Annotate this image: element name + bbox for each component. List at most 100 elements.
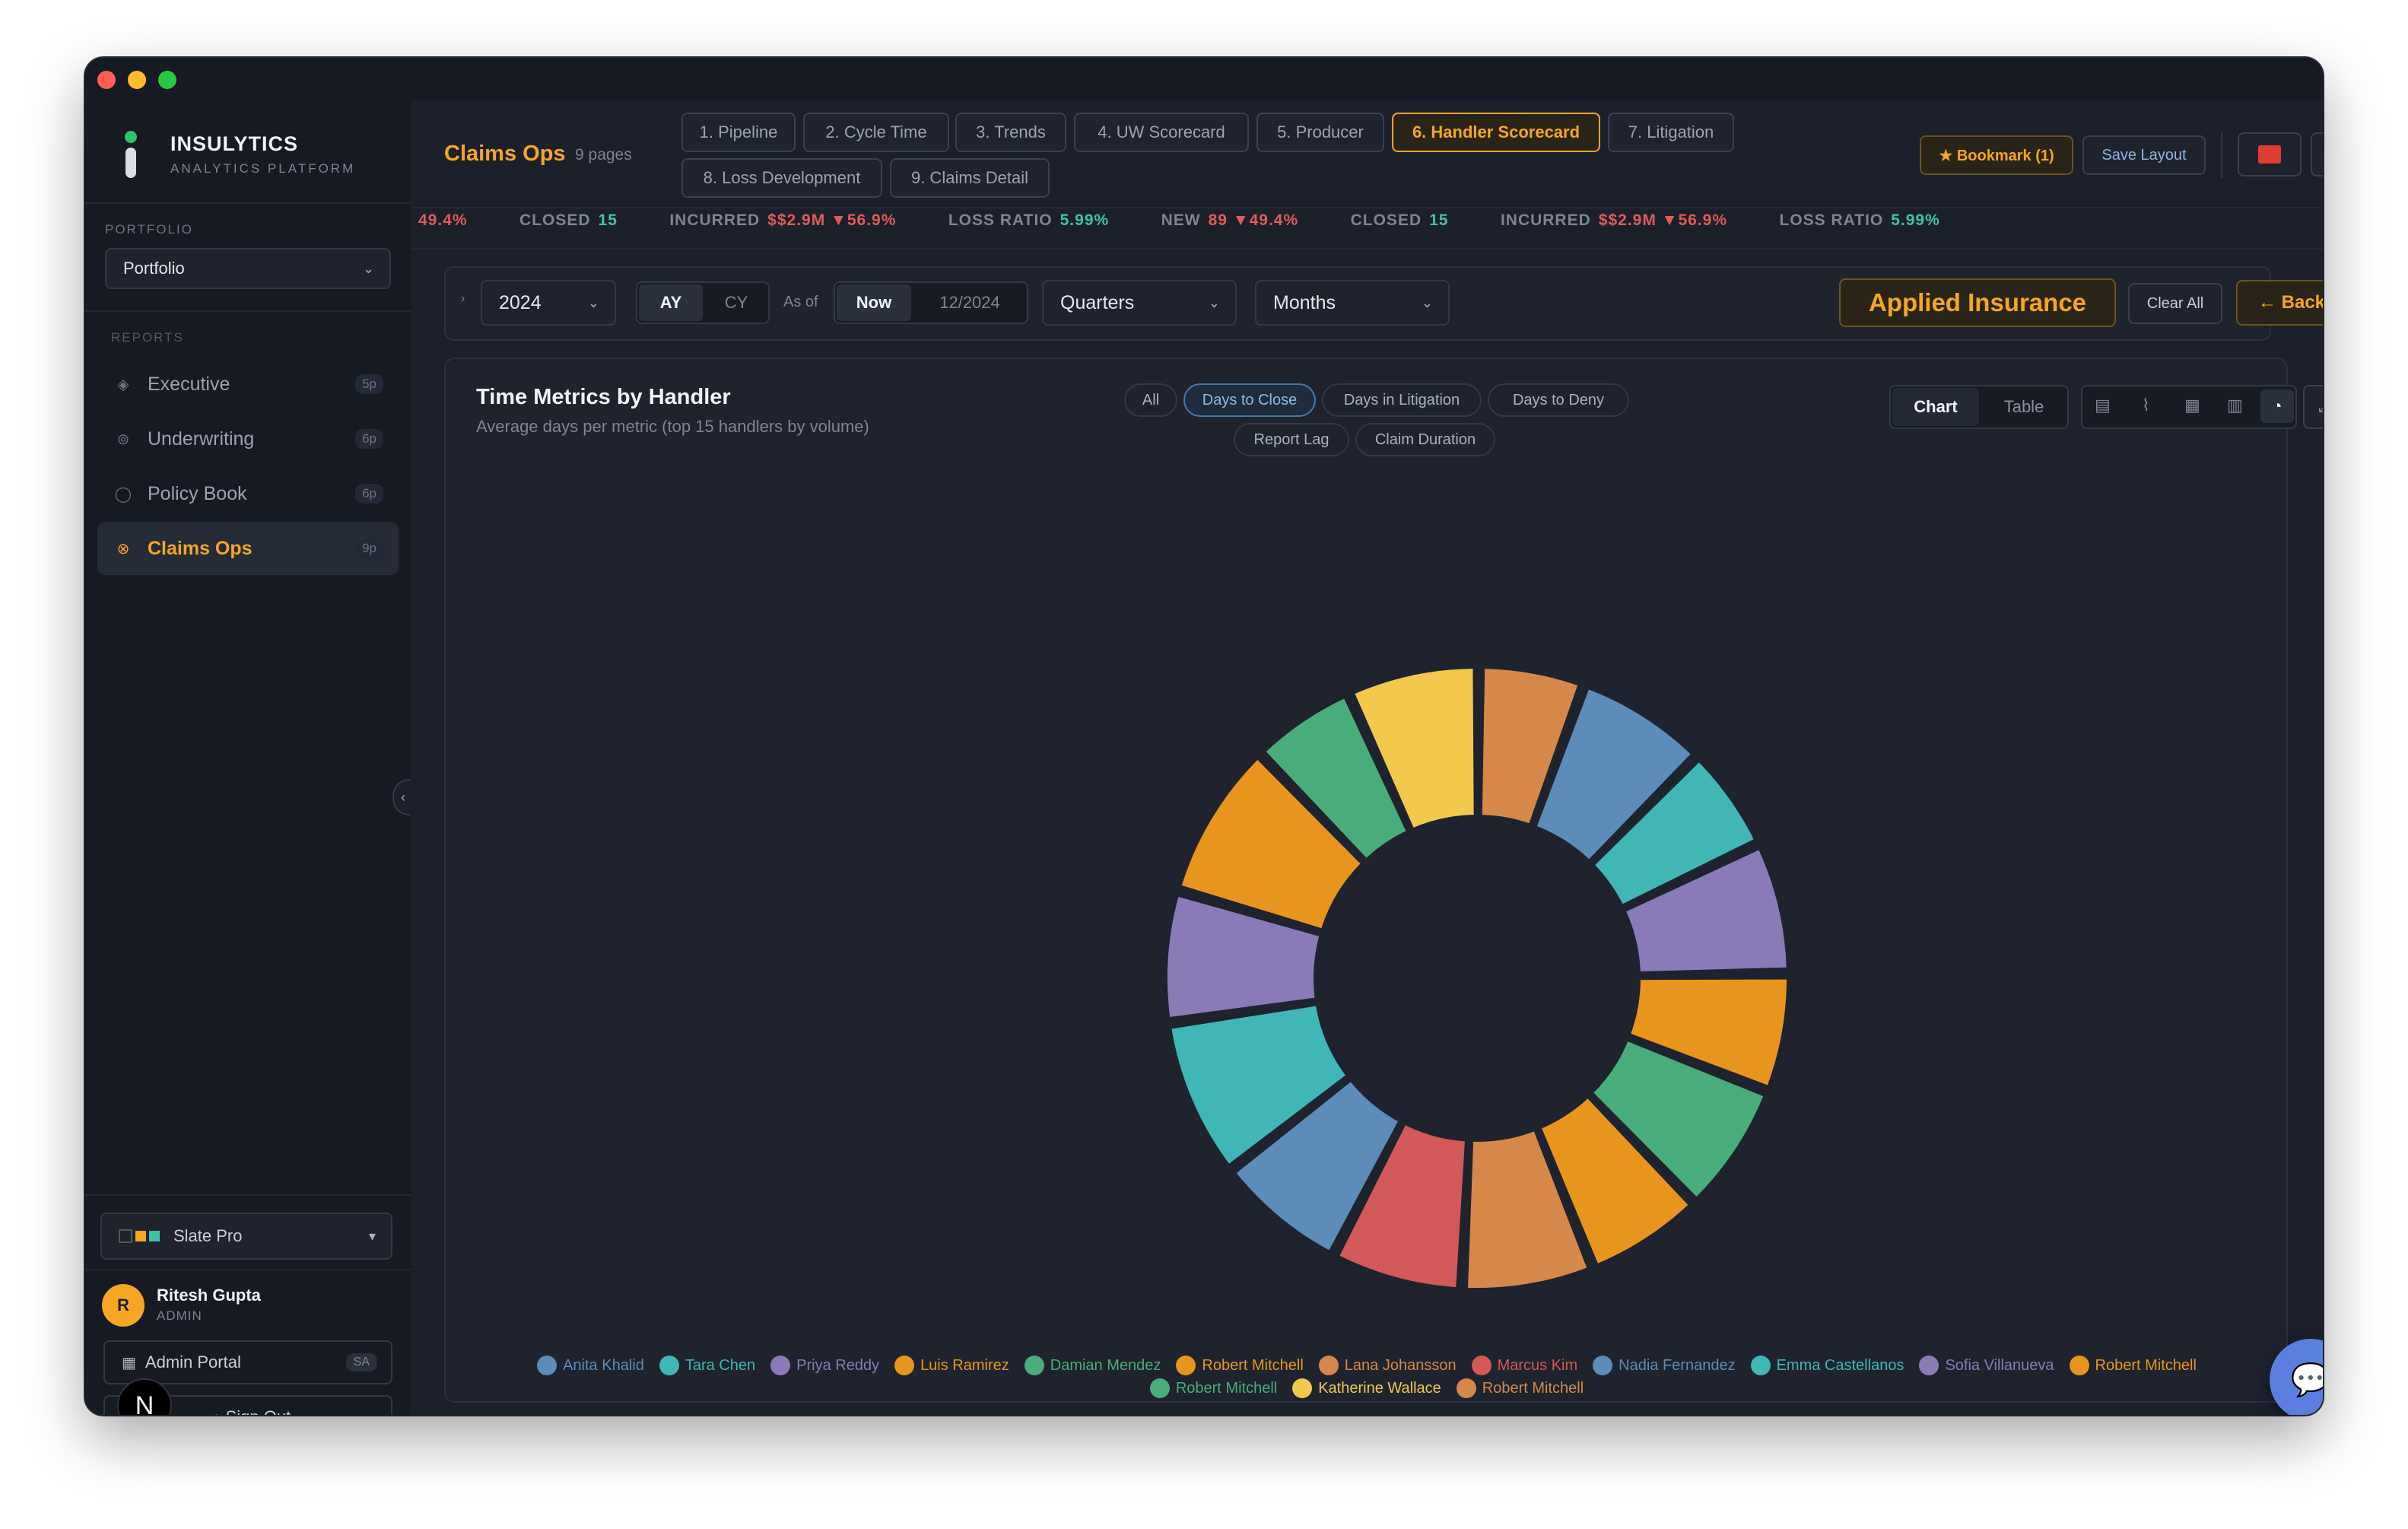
ticker-item: CLOSED 15 — [1350, 211, 1449, 229]
sidebar-item-label: Claims Ops — [148, 537, 253, 559]
portfolio-select[interactable]: Portfolio ⌄ — [105, 248, 391, 289]
year-select[interactable]: 2024 ⌄ — [481, 280, 616, 326]
legend-item[interactable]: Damian Mendez — [1024, 1356, 1161, 1375]
sidebar-item-label: Policy Book — [148, 482, 247, 504]
legend-item[interactable]: Priya Reddy — [770, 1356, 879, 1375]
line-chart-icon[interactable]: ⌇ — [2142, 396, 2150, 415]
sidebar-item-executive[interactable]: ◈ Executive 5p — [97, 358, 399, 411]
tab-litigation[interactable]: 7. Litigation — [1608, 113, 1734, 152]
legend-item[interactable]: Robert Mitchell — [1149, 1378, 1277, 1398]
grid-icon: ▦ — [122, 1354, 136, 1372]
close-window-button[interactable] — [97, 71, 116, 89]
legend-swatch — [1919, 1356, 1939, 1375]
now-toggle[interactable]: Now — [837, 285, 911, 321]
target-icon: ⊚ — [116, 431, 130, 448]
cy-toggle[interactable]: CY — [706, 285, 767, 321]
sidebar: INSULYTICS ANALYTICS PLATFORM PORTFOLIO … — [85, 100, 412, 1415]
metric-chip-all[interactable]: All — [1124, 383, 1177, 417]
legend-swatch — [1318, 1356, 1339, 1375]
legend-label: Sofia Villanueva — [1945, 1356, 2054, 1374]
tab-producer[interactable]: 5. Producer — [1256, 113, 1384, 152]
page-count-badge: 6p — [355, 429, 383, 449]
logo-icon — [123, 131, 138, 180]
legend-swatch — [2069, 1356, 2089, 1375]
as-of-label: As of — [783, 294, 818, 310]
tab-loss-development[interactable]: 8. Loss Development — [681, 158, 882, 198]
legend-label: Lana Johansson — [1344, 1356, 1457, 1374]
legend-swatch — [1176, 1356, 1196, 1375]
chevron-down-icon: ▾ — [368, 1228, 376, 1244]
legend-item[interactable]: Sofia Villanueva — [1919, 1356, 2054, 1375]
months-select[interactable]: Months ⌄ — [1255, 280, 1450, 326]
sidebar-item-label: Underwriting — [148, 428, 255, 450]
legend-item[interactable]: Robert Mitchell — [2069, 1356, 2197, 1375]
save-layout-button[interactable]: Save Layout — [2082, 135, 2206, 175]
export-pdf-button[interactable] — [2238, 132, 2302, 176]
legend-item[interactable]: Tara Chen — [659, 1356, 755, 1375]
metric-chip-claim-duration[interactable]: Claim Duration — [1355, 423, 1495, 456]
diamond-icon: ◈ — [117, 376, 129, 393]
chat-icon: 💬 — [2290, 1361, 2323, 1397]
export-ppt-button[interactable] — [2311, 132, 2323, 176]
legend-item[interactable]: Nadia Fernandez — [1593, 1356, 1736, 1375]
bar-chart-icon[interactable]: ▤ — [2095, 396, 2111, 415]
metric-chip-report-lag[interactable]: Report Lag — [1234, 423, 1349, 456]
legend-label: Robert Mitchell — [1482, 1379, 1584, 1397]
legend-swatch — [1456, 1378, 1476, 1398]
stacked-chart-icon[interactable]: ▥ — [2227, 396, 2243, 415]
legend-item[interactable]: Marcus Kim — [1471, 1356, 1577, 1375]
tab-trends[interactable]: 3. Trends — [955, 113, 1066, 152]
zoom-window-button[interactable] — [158, 71, 176, 89]
area-chart-icon[interactable]: ▦ — [2184, 396, 2200, 415]
avatar[interactable]: R — [102, 1284, 145, 1327]
admin-badge: SA — [345, 1353, 377, 1372]
section-title: Claims Ops — [444, 141, 566, 166]
tab-uw-scorecard[interactable]: 4. UW Scorecard — [1074, 113, 1249, 152]
sidebar-item-claims-ops[interactable]: ⊗ Claims Ops 9p — [97, 522, 399, 575]
ay-toggle[interactable]: AY — [639, 285, 703, 321]
minimize-window-button[interactable] — [128, 71, 146, 89]
legend-item[interactable]: Anita Khalid — [537, 1356, 644, 1375]
legend-item[interactable]: Emma Castellanos — [1750, 1356, 1904, 1375]
tab-pipeline[interactable]: 1. Pipeline — [681, 113, 796, 152]
sidebar-item-underwriting[interactable]: ⊚ Underwriting 6p — [97, 412, 399, 466]
table-view-button[interactable]: Table — [1982, 388, 2066, 426]
page-count-badge: 9p — [355, 539, 383, 558]
date-toggle[interactable]: 12/2024 — [914, 285, 1025, 321]
metric-chip-days-to-deny[interactable]: Days to Deny — [1488, 383, 1629, 417]
metric-chip-days-to-close[interactable]: Days to Close — [1183, 383, 1316, 417]
chart-view-button[interactable]: Chart — [1892, 388, 1979, 426]
legend-swatch — [1024, 1356, 1044, 1375]
company-badge[interactable]: Applied Insurance — [1839, 278, 2116, 327]
theme-swatch — [135, 1231, 146, 1241]
expand-icon[interactable]: ⤢ — [2303, 385, 2323, 429]
legend-item[interactable]: Lana Johansson — [1318, 1356, 1457, 1375]
tab-handler-scorecard[interactable]: 6. Handler Scorecard — [1392, 113, 1600, 152]
legend-item[interactable]: Robert Mitchell — [1456, 1378, 1584, 1398]
metric-chip-days-in-litigation[interactable]: Days in Litigation — [1322, 383, 1482, 417]
legend-item[interactable]: Katherine Wallace — [1292, 1378, 1441, 1398]
legend-swatch — [894, 1356, 915, 1375]
legend-item[interactable]: Luis Ramirez — [894, 1356, 1009, 1375]
collapse-sidebar-button[interactable]: ‹ — [392, 779, 412, 815]
page-count-badge: 5p — [355, 374, 383, 394]
brand-tagline: ANALYTICS PLATFORM — [170, 161, 356, 176]
back-button[interactable]: ← Back — [2236, 280, 2323, 326]
theme-select[interactable]: Slate Pro ▾ — [100, 1213, 392, 1260]
legend-item[interactable]: Robert Mitchell — [1176, 1356, 1304, 1375]
clear-all-button[interactable]: Clear All — [2128, 283, 2222, 324]
sidebar-item-policy-book[interactable]: ◯ Policy Book 6p — [97, 467, 399, 520]
ticker-item: LOSS RATIO 5.99% — [1779, 211, 1940, 229]
tab-cycle-time[interactable]: 2. Cycle Time — [803, 113, 949, 152]
ticker-item: INCURRED $$2.9M ▼56.9% — [669, 211, 897, 229]
legend-label: Damian Mendez — [1050, 1356, 1161, 1374]
donut-chart-icon[interactable]: ◔ — [2260, 389, 2294, 423]
quarters-select[interactable]: Quarters ⌄ — [1042, 280, 1237, 326]
bookmark-button[interactable]: ★ Bookmark (1) — [1920, 135, 2073, 175]
tab-claims-detail[interactable]: 9. Claims Detail — [890, 158, 1050, 198]
legend-swatch — [1593, 1356, 1613, 1375]
legend-swatch — [1149, 1378, 1170, 1398]
chevron-right-icon[interactable]: › — [461, 292, 465, 306]
reports-label: REPORTS — [111, 330, 184, 345]
months-value: Months — [1273, 291, 1336, 313]
